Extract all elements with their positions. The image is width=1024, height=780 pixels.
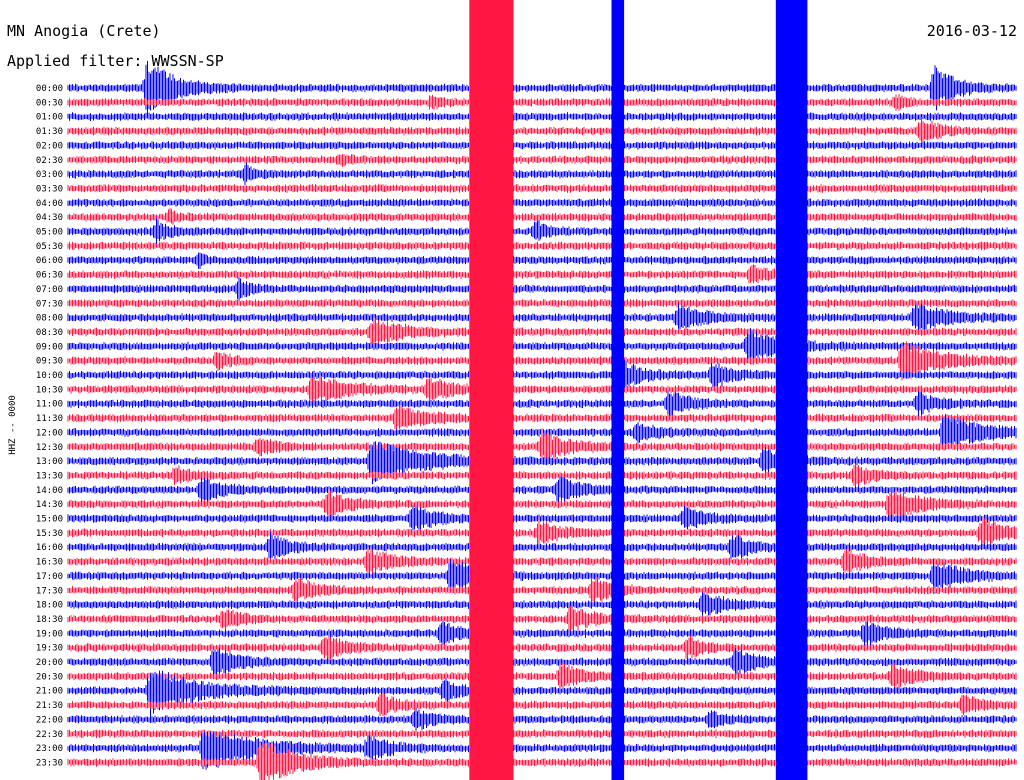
station-title: MN Anogia (Crete) xyxy=(7,22,161,40)
row-time-label: 09:30 xyxy=(36,357,63,367)
row-time-label: 01:30 xyxy=(36,127,63,137)
row-time-label: 13:00 xyxy=(36,457,63,467)
row-time-label: 10:30 xyxy=(36,385,63,395)
row-time-label: 19:00 xyxy=(36,629,63,639)
row-time-label: 21:00 xyxy=(36,687,63,697)
row-time-label: 16:30 xyxy=(36,558,63,568)
channel-label: HHZ -- 0000 xyxy=(8,395,18,455)
row-time-label: 12:30 xyxy=(36,443,63,453)
row-time-label: 09:00 xyxy=(36,342,63,352)
row-time-label: 06:00 xyxy=(36,256,63,266)
row-time-label: 12:00 xyxy=(36,428,63,438)
record-date: 2016-03-12 xyxy=(927,22,1017,40)
row-time-label: 07:00 xyxy=(36,285,63,295)
row-time-label: 11:00 xyxy=(36,400,63,410)
row-time-label: 04:00 xyxy=(36,199,63,209)
row-time-label: 02:30 xyxy=(36,156,63,166)
row-time-label: 17:30 xyxy=(36,586,63,596)
row-time-label: 15:30 xyxy=(36,529,63,539)
row-time-label: 15:00 xyxy=(36,515,63,525)
row-time-label: 08:30 xyxy=(36,328,63,338)
row-time-label: 20:00 xyxy=(36,658,63,668)
row-time-label: 03:00 xyxy=(36,170,63,180)
saturated-band xyxy=(611,0,625,780)
row-time-label: 19:30 xyxy=(36,644,63,654)
row-time-label: 17:00 xyxy=(36,572,63,582)
row-time-label: 21:30 xyxy=(36,701,63,711)
row-time-label: 22:30 xyxy=(36,730,63,740)
trace-layer xyxy=(67,0,1017,780)
row-time-label: 10:00 xyxy=(36,371,63,381)
row-time-label: 14:00 xyxy=(36,486,63,496)
row-time-label: 00:30 xyxy=(36,98,63,108)
row-time-label: 16:00 xyxy=(36,543,63,553)
saturated-band xyxy=(775,0,808,780)
row-time-label: 00:00 xyxy=(36,84,63,94)
seismogram-plot: MN Anogia (Crete) Applied filter: WWSSN-… xyxy=(0,0,1024,780)
row-time-label: 05:00 xyxy=(36,228,63,238)
row-time-label: 05:30 xyxy=(36,242,63,252)
row-time-label: 18:30 xyxy=(36,615,63,625)
row-time-label: 18:00 xyxy=(36,601,63,611)
row-time-label: 01:00 xyxy=(36,113,63,123)
row-time-label: 04:30 xyxy=(36,213,63,223)
row-time-label: 22:00 xyxy=(36,715,63,725)
row-time-label: 13:30 xyxy=(36,471,63,481)
row-time-label: 23:30 xyxy=(36,758,63,768)
row-time-label: 23:00 xyxy=(36,744,63,754)
row-time-label: 02:00 xyxy=(36,141,63,151)
row-time-label: 11:30 xyxy=(36,414,63,424)
row-time-label: 03:30 xyxy=(36,184,63,194)
row-time-label: 14:30 xyxy=(36,500,63,510)
row-time-label: 20:30 xyxy=(36,672,63,682)
row-time-label: 07:30 xyxy=(36,299,63,309)
row-time-label: 08:00 xyxy=(36,314,63,324)
filter-subtitle: Applied filter: WWSSN-SP xyxy=(7,52,224,70)
row-time-label: 06:30 xyxy=(36,271,63,281)
saturated-band xyxy=(469,0,514,780)
